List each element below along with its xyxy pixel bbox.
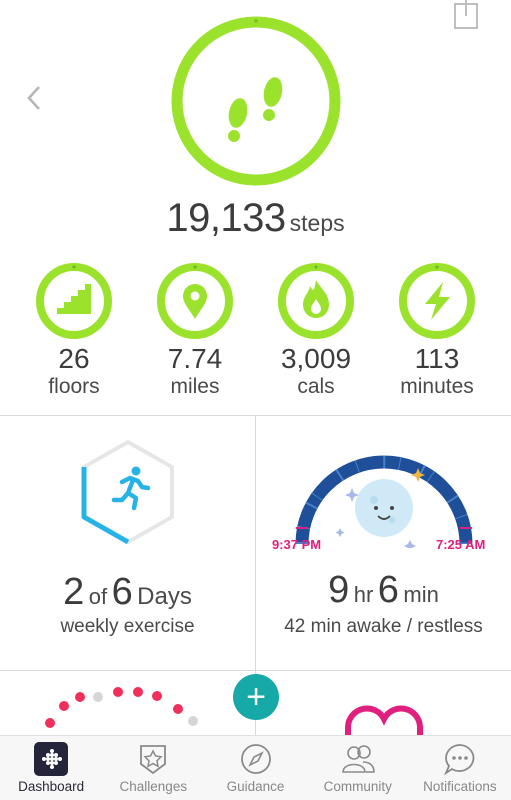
star-badge-icon [140, 745, 167, 775]
flame-icon [303, 280, 329, 318]
lightning-icon [425, 282, 450, 320]
steps-unit: steps [289, 210, 345, 236]
sleep-hours: 9 [328, 569, 350, 611]
runner-icon [111, 466, 151, 511]
floors-unit: floors [48, 375, 100, 398]
hydration-tile[interactable] [0, 671, 255, 735]
calories-stat[interactable]: 3,009 cals [276, 262, 356, 400]
active-minutes-ring [399, 263, 475, 339]
miles-ring [157, 263, 233, 339]
exercise-days: Days [137, 583, 192, 610]
heart-icon [345, 705, 423, 735]
exercise-goal: 6 [111, 571, 133, 613]
compass-icon [240, 744, 271, 774]
miles-value: 7.74 [167, 343, 223, 374]
minutes-value: 113 [414, 343, 460, 374]
tab-label: Community [323, 779, 392, 794]
sleep-end-time: 7:25 AM [436, 537, 486, 552]
floors-value: 26 [58, 343, 90, 374]
moon-icon [355, 479, 413, 537]
exercise-hexagon [81, 439, 174, 545]
exercise-caption: weekly exercise [60, 616, 195, 637]
active-minutes-stat[interactable]: 113 minutes [397, 262, 477, 400]
floors-ring [36, 263, 112, 339]
calories-ring [278, 263, 354, 339]
sleep-tile[interactable]: 9:37 PM 7:25 AM 9 hr 6 min 42 min awake … [256, 416, 511, 670]
sleep-start-time: 9:37 PM [272, 537, 322, 552]
chevron-left-icon[interactable] [24, 84, 44, 112]
exercise-summary: 2 of 6 Days [0, 571, 255, 614]
tab-label: Dashboard [18, 779, 85, 794]
chat-bubble-icon [443, 744, 475, 776]
share-icon[interactable] [451, 0, 481, 30]
dots-arc [45, 687, 198, 728]
footprints-icon [228, 77, 283, 142]
miles-unit: miles [170, 375, 220, 398]
steps-value: 19,133 [166, 196, 286, 240]
tab-notifications[interactable]: Notifications [409, 736, 511, 800]
tab-community[interactable]: Community [307, 736, 409, 800]
tab-dashboard[interactable]: Dashboard [0, 736, 102, 800]
tab-bar: Dashboard Challenges Guidance Community … [0, 735, 511, 800]
miles-stat[interactable]: 7.74 miles [155, 262, 235, 400]
tab-label: Guidance [226, 779, 285, 794]
location-pin-icon [183, 284, 207, 319]
people-icon [341, 745, 375, 773]
sleep-minutes: 6 [377, 569, 399, 611]
calories-unit: cals [297, 375, 335, 398]
exercise-of: of [88, 584, 108, 609]
sleep-summary: 9 hr 6 min [256, 569, 511, 612]
tab-challenges[interactable]: Challenges [102, 736, 204, 800]
dashboard-summary: 19,133 steps 26 floors 7.74 miles 3,009 … [0, 0, 511, 415]
add-button[interactable]: + [233, 674, 279, 720]
tab-label: Notifications [423, 779, 497, 794]
exercise-count: 2 [63, 571, 85, 613]
stairs-icon [57, 284, 91, 314]
calories-value: 3,009 [280, 343, 352, 374]
sleep-hr: hr [353, 582, 374, 607]
tab-label: Challenges [119, 779, 188, 794]
minutes-unit: minutes [400, 375, 474, 398]
steps-ring[interactable] [170, 15, 342, 187]
floors-stat[interactable]: 26 floors [34, 262, 114, 400]
exercise-tile[interactable]: 2 of 6 Days weekly exercise [0, 416, 255, 670]
heart-rate-tile[interactable] [256, 671, 511, 735]
tab-guidance[interactable]: Guidance [204, 736, 306, 800]
sleep-arc [295, 455, 473, 548]
sleep-caption: 42 min awake / restless [284, 616, 483, 637]
dashboard-grid-icon [34, 742, 69, 776]
steps-summary: 19,133 steps [0, 196, 511, 241]
sleep-min: min [403, 582, 439, 607]
